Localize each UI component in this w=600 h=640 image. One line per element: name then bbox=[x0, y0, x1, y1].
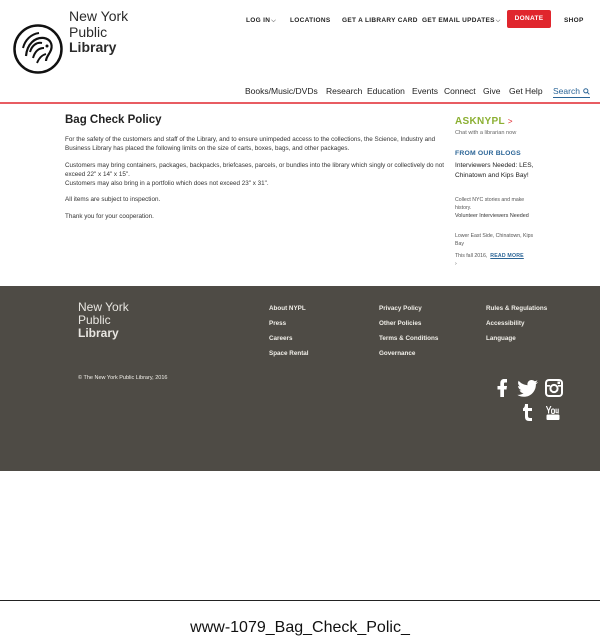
policy-paragraph: Thank you for your cooperation. bbox=[65, 212, 154, 220]
ask-subtitle[interactable]: Chat with a librarian now bbox=[455, 130, 516, 136]
read-more-link[interactable]: READ MORE bbox=[490, 253, 524, 259]
blogs-heading[interactable]: FROM OUR BLOGS bbox=[455, 150, 521, 157]
nav-connect[interactable]: Connect bbox=[444, 86, 476, 96]
login-label: LOG IN bbox=[246, 17, 271, 24]
policy-paragraph: Customers may bring containers, packages… bbox=[65, 161, 445, 178]
email-updates-label: GET EMAIL UPDATES bbox=[422, 17, 495, 24]
locations-link[interactable]: LOCATIONS bbox=[290, 17, 331, 24]
nav-search-label: Search bbox=[553, 86, 580, 96]
blog-location: Lower East Side, Chinatown, Kips Bay bbox=[455, 233, 534, 247]
search-icon bbox=[583, 88, 590, 95]
blog-more-arrow[interactable]: › bbox=[455, 261, 457, 267]
footer-link-about[interactable]: About NYPL bbox=[269, 305, 309, 320]
donate-button[interactable]: DONATE bbox=[507, 10, 551, 28]
instagram-icon[interactable] bbox=[545, 379, 563, 397]
ask-brand-b: NYPL bbox=[477, 116, 505, 127]
caption-divider bbox=[0, 600, 600, 601]
header-divider bbox=[0, 102, 600, 104]
footer-logo-line-3: Library bbox=[78, 326, 119, 340]
nav-books[interactable]: Books/Music/DVDs bbox=[245, 86, 318, 96]
shop-link[interactable]: SHOP bbox=[564, 17, 584, 24]
footer-link-language[interactable]: Language bbox=[486, 335, 547, 350]
blog-date: This fall 2016, READ MORE bbox=[455, 253, 524, 259]
footer-link-governance[interactable]: Governance bbox=[379, 350, 438, 365]
footer-col-3: Rules & Regulations Accessibility Langua… bbox=[486, 305, 547, 350]
ask-brand-a: ASK bbox=[455, 116, 478, 127]
chevron-down-icon: ⌵ bbox=[271, 18, 277, 24]
lion-logo-icon[interactable] bbox=[13, 24, 63, 74]
footer-col-1: About NYPL Press Careers Space Rental bbox=[269, 305, 309, 365]
chevron-right-icon: > bbox=[507, 117, 513, 126]
nav-events[interactable]: Events bbox=[412, 86, 438, 96]
nav-give[interactable]: Give bbox=[483, 86, 500, 96]
twitter-icon[interactable] bbox=[517, 380, 538, 397]
screenshot-caption: www-1079_Bag_Check_Polic_ bbox=[190, 619, 410, 636]
facebook-icon[interactable] bbox=[496, 379, 508, 397]
nav-research[interactable]: Research bbox=[326, 86, 362, 96]
footer-link-privacy[interactable]: Privacy Policy bbox=[379, 305, 438, 320]
blog-author: Volunteer Interviewers Needed bbox=[455, 213, 529, 219]
ask-nypl-link[interactable]: ASKNYPL > bbox=[455, 116, 513, 127]
footer-logo[interactable]: New York Public Library bbox=[78, 301, 129, 340]
footer-link-press[interactable]: Press bbox=[269, 320, 309, 335]
page-title: Bag Check Policy bbox=[65, 114, 162, 126]
footer-link-careers[interactable]: Careers bbox=[269, 335, 309, 350]
footer-link-rules[interactable]: Rules & Regulations bbox=[486, 305, 547, 320]
policy-paragraph: Customers may also bring in a portfolio … bbox=[65, 180, 269, 188]
nav-education[interactable]: Education bbox=[367, 86, 405, 96]
youtube-icon[interactable] bbox=[546, 406, 560, 420]
site-footer: New York Public Library About NYPL Press… bbox=[0, 286, 600, 471]
main-nav: Books/Music/DVDs Research Education Even… bbox=[0, 86, 600, 98]
chevron-down-icon: ⌵ bbox=[495, 18, 501, 24]
footer-link-terms[interactable]: Terms & Conditions bbox=[379, 335, 438, 350]
email-updates-link[interactable]: GET EMAIL UPDATES⌵ bbox=[422, 17, 501, 25]
footer-link-other-policies[interactable]: Other Policies bbox=[379, 320, 438, 335]
site-header: New York Public Library LOG IN⌵ LOCATION… bbox=[0, 0, 600, 104]
library-card-link[interactable]: GET A LIBRARY CARD bbox=[342, 17, 418, 24]
tumblr-icon[interactable] bbox=[522, 404, 533, 421]
blog-date-text: This fall 2016, bbox=[455, 253, 488, 259]
blog-description: Collect NYC stories and make history. bbox=[455, 197, 525, 211]
policy-body: For the safety of the customers and staf… bbox=[65, 135, 445, 228]
footer-link-space-rental[interactable]: Space Rental bbox=[269, 350, 309, 365]
policy-paragraph: For the safety of the customers and staf… bbox=[65, 136, 436, 153]
copyright-text: © The New York Public Library, 2016 bbox=[78, 375, 168, 381]
nav-search[interactable]: Search bbox=[553, 86, 591, 98]
blog-title-link[interactable]: Interviewers Needed: LES, Chinatown and … bbox=[455, 161, 535, 182]
logo-line-3: Library bbox=[69, 39, 117, 55]
login-link[interactable]: LOG IN⌵ bbox=[246, 17, 276, 25]
footer-col-2: Privacy Policy Other Policies Terms & Co… bbox=[379, 305, 438, 365]
nav-get-help[interactable]: Get Help bbox=[509, 86, 543, 96]
policy-paragraph: All items are subject to inspection. bbox=[65, 196, 161, 204]
footer-link-accessibility[interactable]: Accessibility bbox=[486, 320, 547, 335]
